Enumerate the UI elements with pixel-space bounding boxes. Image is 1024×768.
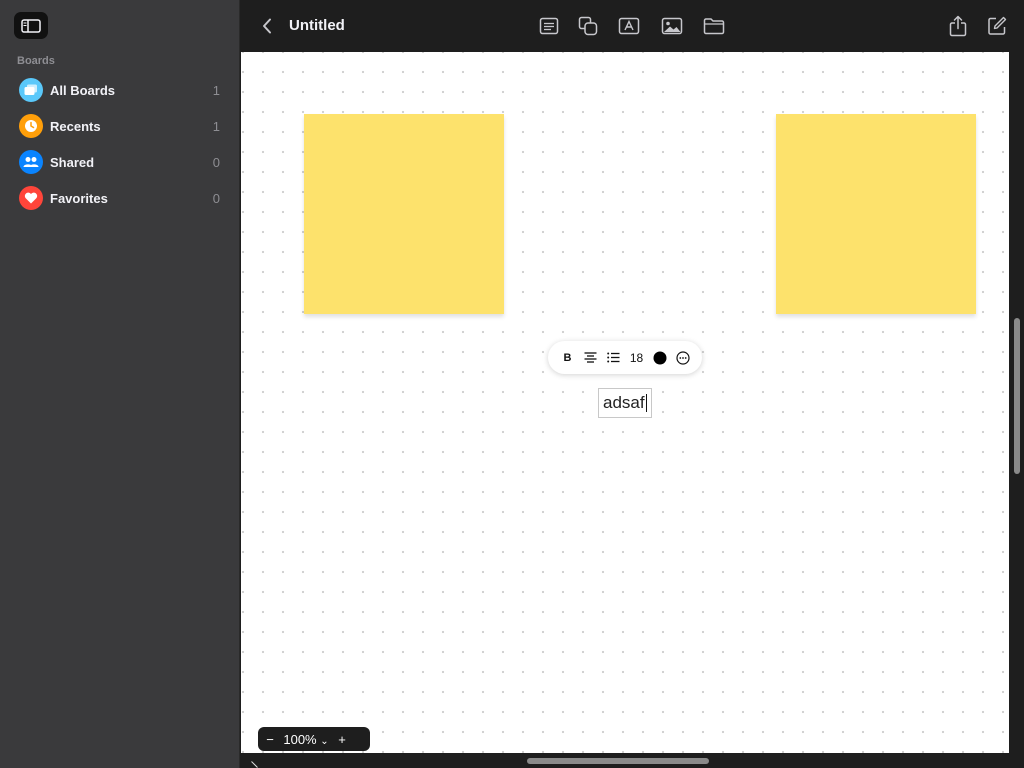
sticky-note-icon — [539, 17, 559, 35]
folder-button[interactable] — [701, 13, 727, 39]
folder-icon — [703, 18, 725, 35]
sidebar-item-label: All Boards — [50, 82, 116, 98]
sidebar-item-count: 0 — [212, 154, 220, 170]
share-button[interactable] — [945, 13, 971, 39]
align-center-button[interactable] — [582, 349, 600, 367]
sticky-note-button[interactable] — [536, 13, 562, 39]
sticky-note[interactable] — [304, 114, 504, 314]
chevron-down-icon: ⌄ — [320, 735, 329, 747]
sidebar-list: All Boards 1 Recents 1 Shared 0 Favorite… — [0, 72, 240, 216]
more-options-button[interactable] — [674, 349, 692, 367]
share-icon — [949, 15, 967, 37]
sidebar-item-count: 1 — [212, 118, 220, 134]
sidebar-item-count: 1 — [212, 82, 220, 98]
app-window: Boards All Boards 1 Recents 1 Shared 0 F… — [0, 0, 1024, 768]
new-board-icon — [988, 16, 1007, 35]
shapes-button[interactable] — [575, 13, 601, 39]
sidebar-item-favorites[interactable]: Favorites 0 — [0, 180, 240, 216]
board-canvas[interactable]: B 18 adsaf — [241, 52, 1009, 753]
text-box[interactable]: adsaf — [598, 388, 652, 418]
list-icon — [607, 352, 620, 363]
horizontal-scrollbar[interactable] — [527, 758, 709, 764]
new-board-button[interactable] — [984, 13, 1010, 39]
list-button[interactable] — [605, 349, 623, 367]
sidebar-toggle-button[interactable] — [14, 12, 48, 39]
sidebar-icon — [21, 18, 41, 33]
sidebar-item-label: Shared — [50, 154, 95, 170]
zoom-in-button[interactable]: + — [330, 727, 354, 751]
page-title: Untitled — [289, 17, 345, 34]
sidebar-item-all-boards[interactable]: All Boards 1 — [0, 72, 240, 108]
sidebar: Boards All Boards 1 Recents 1 Shared 0 F… — [0, 0, 240, 768]
text-format-toolbar: B 18 — [548, 341, 702, 374]
top-toolbar: Untitled — [241, 0, 1024, 52]
heart-icon — [19, 186, 43, 210]
back-button[interactable] — [257, 14, 277, 38]
sidebar-item-shared[interactable]: Shared 0 — [0, 144, 240, 180]
shapes-icon — [578, 16, 598, 36]
sidebar-item-recents[interactable]: Recents 1 — [0, 108, 240, 144]
sidebar-item-count: 0 — [212, 190, 220, 206]
clock-icon — [19, 114, 43, 138]
all-boards-icon — [19, 78, 43, 102]
text-color-button[interactable] — [651, 349, 669, 367]
bold-button[interactable]: B — [559, 349, 577, 367]
mouse-pointer-icon — [251, 761, 258, 768]
sidebar-item-label: Recents — [50, 118, 101, 134]
text-box-icon — [618, 17, 640, 35]
vertical-scrollbar[interactable] — [1014, 318, 1020, 474]
ellipsis-circle-icon — [675, 350, 690, 365]
zoom-level[interactable]: 100% ⌄ — [282, 732, 330, 747]
media-icon — [661, 17, 683, 35]
people-icon — [19, 150, 43, 174]
align-center-icon — [584, 352, 597, 363]
sticky-note[interactable] — [776, 114, 976, 314]
sidebar-section-title: Boards — [17, 55, 55, 67]
zoom-out-button[interactable]: − — [258, 727, 282, 751]
text-box-value: adsaf — [603, 393, 645, 412]
sidebar-item-label: Favorites — [50, 190, 108, 206]
text-caret — [645, 394, 647, 412]
chevron-left-icon — [263, 18, 271, 34]
text-box-button[interactable] — [616, 13, 642, 39]
font-size-button[interactable]: 18 — [628, 349, 646, 367]
color-swatch-icon — [653, 351, 666, 364]
zoom-control: − 100% ⌄ + — [258, 727, 370, 751]
media-button[interactable] — [659, 13, 685, 39]
